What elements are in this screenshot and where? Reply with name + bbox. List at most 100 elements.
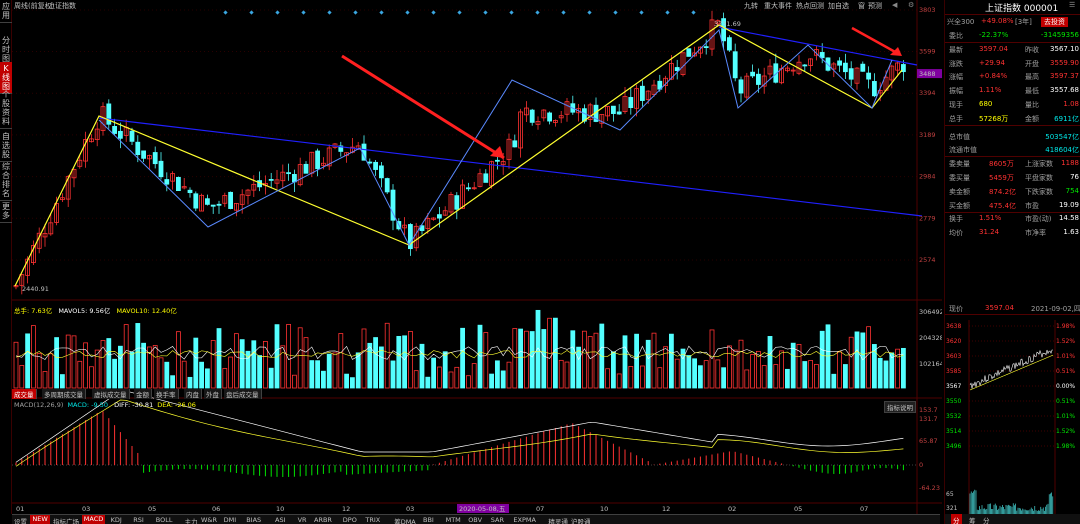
candle [216, 203, 222, 206]
indicator-tab[interactable]: W&R [201, 516, 217, 524]
candle [204, 198, 210, 205]
quote-row: 委卖量 8605万 上涨家数 1188 [945, 157, 1080, 170]
volume-bar [686, 355, 692, 389]
vtab-virtual[interactable]: 虚拟成交量 [92, 389, 130, 399]
indicator-tab[interactable]: ARBR [314, 516, 332, 524]
low-label: 2440.91 [22, 285, 49, 293]
indicator-help-button[interactable]: 指标说明 [884, 401, 916, 413]
indicator-tab[interactable]: MTM [446, 516, 461, 524]
main-chart[interactable]: 3803 3599 3394 3189 2984 2779 2574 3488 306492 2… [12, 0, 942, 514]
macd-dea-line [15, 399, 904, 467]
volume-bar [761, 365, 767, 389]
indicator-tab[interactable]: 沪股通 [571, 516, 591, 524]
quote-row: 卖金额 874.2亿 下跌家数 754 [945, 185, 1080, 198]
candle [210, 204, 216, 207]
indicator-tab[interactable]: KDJ [111, 516, 122, 524]
vtab-volume[interactable]: 成交量 [12, 389, 37, 399]
tab-stock-info[interactable]: 个股资料 [0, 88, 12, 129]
time-tick: 01 [16, 505, 24, 513]
candle [129, 130, 135, 142]
tab-watchlist[interactable]: 自选股 [0, 130, 12, 162]
quote-label: 涨幅 [949, 73, 963, 82]
volume-bar [268, 367, 274, 389]
volume-bar [407, 330, 413, 389]
vtab-inner[interactable]: 内盘 [184, 389, 202, 399]
indicator-tab[interactable]: RSI [133, 516, 144, 524]
volume-bar [489, 373, 495, 389]
indicator-tab[interactable]: MACD [81, 515, 106, 524]
macd-dea: DEA: -26.06 [157, 401, 196, 409]
volume-bar [616, 373, 622, 389]
quote-label: 委卖量 [949, 160, 970, 169]
invest-button[interactable]: 去投资 [1041, 17, 1068, 27]
price-axis: 3803 3599 3394 3189 2984 2779 2574 3488 [917, 6, 942, 264]
time-tick: 05 [148, 505, 156, 513]
volume-bar [118, 345, 123, 389]
time-tick: 03 [406, 505, 414, 513]
indicator-tab[interactable]: ASI [275, 516, 286, 524]
indicator-tab[interactable]: 精灵通 [548, 516, 568, 524]
quote-row: 流通市值 418604亿 [945, 143, 1080, 156]
quote-label: 总市值 [949, 132, 970, 141]
candle [703, 46, 709, 49]
volume-bar [825, 324, 831, 389]
quote-title-row: 上证指数 000001 ☰ [945, 0, 1080, 14]
indicator-tab[interactable]: EXPMA [513, 516, 536, 524]
volume-bar [384, 322, 390, 389]
volume-bar [13, 341, 19, 389]
indicator-tab[interactable]: VR [298, 516, 307, 524]
indicator-tab[interactable]: 筹DMA [394, 516, 416, 524]
indicator-tab[interactable]: TRIX [365, 516, 380, 524]
volume-bar [152, 345, 158, 389]
vtab-amount[interactable]: 金额 [134, 389, 152, 399]
rtab-minute[interactable]: 分 [951, 514, 962, 524]
indicator-tab[interactable]: 设置 [14, 516, 27, 524]
volume-bar [315, 360, 321, 389]
volume-bar [100, 340, 106, 389]
vtab-after[interactable]: 盘后成交量 [224, 389, 262, 399]
volume-bar [669, 333, 674, 389]
rtab-chips[interactable]: 筹 [969, 515, 976, 524]
quote-label: 市盈(动) [1025, 215, 1052, 224]
indicator-tab[interactable]: NEW [30, 515, 50, 524]
indicator-tab[interactable]: BBI [423, 516, 434, 524]
indicator-tab[interactable]: 主力 [185, 516, 198, 524]
event-marker [587, 10, 592, 15]
macd-tick: 131.7 [919, 415, 938, 423]
event-marker [457, 10, 462, 15]
volume-bar [309, 360, 315, 389]
quote-value: 475.4亿 [989, 201, 1017, 210]
tab-apps[interactable]: 应用 [0, 0, 12, 23]
vtab-outer[interactable]: 外盘 [204, 389, 222, 399]
indicator-tab[interactable]: SAR [491, 516, 504, 524]
indicator-tab[interactable]: BOLL [156, 516, 173, 524]
indicator-tab[interactable]: DMI [224, 516, 237, 524]
tab-ranking[interactable]: 综合排名 [0, 160, 12, 201]
indicator-tab[interactable]: 指标广场 [53, 516, 79, 524]
indicator-tab[interactable]: OBV [468, 516, 482, 524]
volume-bar [71, 335, 77, 389]
menu-icon[interactable]: ☰ [1069, 1, 1075, 9]
tab-more[interactable]: 更多 [0, 200, 12, 223]
volume-bar [465, 375, 471, 389]
now-price-row: 现价 3597.04 2021-09-02,四 [945, 302, 1080, 315]
volume-bar [361, 328, 367, 389]
volume-bar [442, 351, 448, 389]
indicator-tab[interactable]: DPO [343, 516, 357, 524]
intraday-mini-chart[interactable]: 3638 1.98% 3620 1.52% 3603 1.01% 3585 0.51% 3567… [945, 320, 1080, 514]
vtab-turnover[interactable]: 换手率 [154, 389, 179, 399]
volume-bar [355, 352, 361, 389]
macd-diff: DIFF: -30.81 [114, 401, 154, 409]
quote-value: +0.84% [979, 72, 1008, 81]
volume-bar [396, 335, 402, 389]
rtab-minute2[interactable]: 分 [983, 515, 990, 524]
mini-price-tick: 3620 [946, 338, 961, 345]
vtab-multi[interactable]: 多周期成交量 [42, 389, 86, 399]
indicator-tab[interactable]: BIAS [246, 516, 261, 524]
volume-bar [42, 371, 48, 389]
quote-label: 上涨家数 [1025, 160, 1053, 169]
volume-bar [349, 377, 355, 389]
price-tick: 3394 [919, 89, 936, 97]
candle [494, 159, 500, 162]
volume-bar [413, 370, 419, 389]
